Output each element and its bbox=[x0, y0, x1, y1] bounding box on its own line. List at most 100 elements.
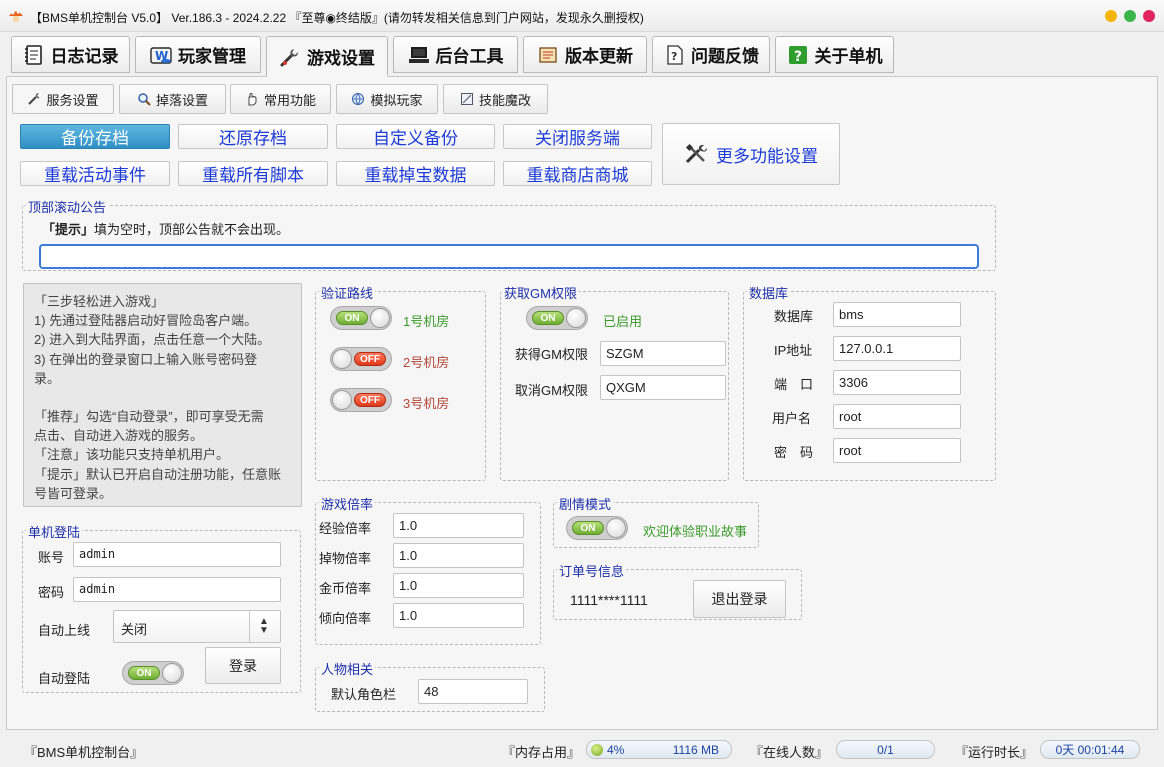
db-user-label: 用户名 bbox=[772, 411, 812, 426]
gm-cancel-label: 取消GM权限 bbox=[515, 383, 588, 398]
slots-input[interactable]: 48 bbox=[418, 679, 528, 704]
more-settings-button[interactable]: 更多功能设置 bbox=[662, 123, 840, 185]
hand-icon bbox=[248, 93, 257, 106]
more-settings-label: 更多功能设置 bbox=[716, 146, 818, 166]
auto-login-toggle[interactable]: ON bbox=[122, 661, 184, 685]
tab-game-settings[interactable]: 游戏设置 bbox=[266, 36, 388, 77]
login-group-label: 单机登陆 bbox=[26, 522, 83, 541]
toggle-knob bbox=[162, 663, 182, 683]
announcement-hint: 「提示」填为空时，顶部公告就不会出现。 bbox=[42, 219, 289, 238]
toggle-knob bbox=[370, 308, 390, 328]
exp-rate-label: 经验倍率 bbox=[319, 521, 372, 536]
route-2-toggle[interactable]: OFF bbox=[330, 347, 392, 371]
guide-line: 点击、自动进入游戏的服务。 bbox=[34, 428, 204, 444]
wrench-icon bbox=[280, 48, 298, 66]
guide-line: 「提示」默认已开启自动注册功能，任意账 bbox=[34, 466, 282, 482]
db-name-label: 数据库 bbox=[774, 309, 814, 324]
restore-save-button[interactable]: 还原存档 bbox=[178, 124, 328, 149]
login-button[interactable]: 登录 bbox=[205, 647, 281, 684]
computer-icon bbox=[408, 46, 429, 63]
slots-label: 默认角色栏 bbox=[331, 687, 397, 702]
svg-text:?: ? bbox=[794, 49, 802, 65]
db-ip-input[interactable]: 127.0.0.1 bbox=[833, 336, 961, 361]
logout-button[interactable]: 退出登录 bbox=[693, 580, 786, 618]
route-3-toggle[interactable]: OFF bbox=[330, 388, 392, 412]
trait-rate-input[interactable]: 1.0 bbox=[393, 603, 524, 628]
db-password-input[interactable]: root bbox=[833, 438, 961, 463]
auto-online-value: 关闭 bbox=[121, 622, 148, 637]
reload-drop-data-button[interactable]: 重载掉宝数据 bbox=[336, 161, 495, 186]
guide-spacer bbox=[34, 388, 297, 407]
gm-get-input[interactable]: SZGM bbox=[600, 341, 726, 366]
story-toggle[interactable]: ON bbox=[566, 516, 628, 540]
tab-feedback[interactable]: ? 问题反馈 bbox=[652, 36, 770, 73]
gm-cancel-input[interactable]: QXGM bbox=[600, 375, 726, 400]
guide-line: 「三步轻松进入游戏」 bbox=[34, 294, 165, 309]
tab-players[interactable]: W 玩家管理 bbox=[135, 36, 261, 73]
magnifier-icon bbox=[138, 93, 151, 106]
subtab-service-settings[interactable]: 服务设置 bbox=[12, 84, 114, 114]
tab-label: 日志记录 bbox=[50, 47, 119, 66]
reload-scripts-button[interactable]: 重载所有脚本 bbox=[178, 161, 328, 186]
status-uptime: 0天 00:01:44 bbox=[1055, 743, 1125, 757]
toggle-state: ON bbox=[572, 521, 604, 535]
announcement-input[interactable] bbox=[39, 244, 979, 269]
subtab-skill-mod[interactable]: 技能魔改 bbox=[443, 84, 548, 114]
db-port-input[interactable]: 3306 bbox=[833, 370, 961, 395]
exp-rate-input[interactable]: 1.0 bbox=[393, 513, 524, 538]
meso-rate-input[interactable]: 1.0 bbox=[393, 573, 524, 598]
subtab-simulate-players[interactable]: 模拟玩家 bbox=[336, 84, 438, 114]
tab-label: 游戏设置 bbox=[307, 49, 375, 68]
subtab-drop-settings[interactable]: 掉落设置 bbox=[119, 84, 226, 114]
svg-text:?: ? bbox=[671, 50, 677, 63]
tab-label: 问题反馈 bbox=[691, 47, 759, 66]
maximize-button[interactable] bbox=[1124, 10, 1136, 22]
toggle-knob bbox=[566, 308, 586, 328]
backup-save-button[interactable]: 备份存档 bbox=[20, 124, 170, 149]
route-1-toggle[interactable]: ON bbox=[330, 306, 392, 330]
auto-login-label: 自动登陆 bbox=[38, 671, 91, 686]
db-user-input[interactable]: root bbox=[833, 404, 961, 429]
custom-backup-button[interactable]: 自定义备份 bbox=[336, 124, 495, 149]
account-input[interactable]: admin bbox=[73, 542, 281, 567]
subtab-label: 服务设置 bbox=[46, 92, 99, 108]
db-name-input[interactable]: bms bbox=[833, 302, 961, 327]
subtab-label: 模拟玩家 bbox=[370, 92, 423, 108]
toggle-knob bbox=[332, 390, 352, 410]
minimize-button[interactable] bbox=[1105, 10, 1117, 22]
reload-events-button[interactable]: 重载活动事件 bbox=[20, 161, 170, 186]
toggle-state: OFF bbox=[354, 352, 386, 366]
auto-online-select[interactable]: 关闭 ▲ ▼ bbox=[113, 610, 281, 643]
tab-log[interactable]: 日志记录 bbox=[11, 36, 130, 73]
status-online-box: 0/1 bbox=[836, 740, 935, 759]
title-bar[interactable]: 【BMS单机控制台 V5.0】 Ver.186.3 - 2024.2.22 『至… bbox=[0, 0, 1164, 32]
guide-line: 录。 bbox=[34, 370, 61, 386]
status-uptime-box: 0天 00:01:44 bbox=[1040, 740, 1140, 759]
app-mushroom-icon bbox=[9, 11, 23, 22]
guide-line: 3) 在弹出的登录窗口上输入账号密码登 bbox=[34, 351, 258, 367]
password-input[interactable]: admin bbox=[73, 577, 281, 602]
toggle-state: OFF bbox=[354, 393, 386, 407]
gm-get-label: 获得GM权限 bbox=[515, 347, 588, 362]
toggle-knob bbox=[332, 349, 352, 369]
toggle-state: ON bbox=[336, 311, 368, 325]
drop-rate-label: 掉物倍率 bbox=[319, 551, 372, 566]
window-title: 【BMS单机控制台 V5.0】 Ver.186.3 - 2024.2.22 『至… bbox=[30, 11, 644, 25]
gm-toggle[interactable]: ON bbox=[526, 306, 588, 330]
tab-updates[interactable]: 版本更新 bbox=[523, 36, 647, 73]
reload-shop-button[interactable]: 重载商店商城 bbox=[503, 161, 652, 186]
subtab-common-functions[interactable]: 常用功能 bbox=[230, 84, 331, 114]
status-online-label: 『在线人数』 bbox=[750, 745, 829, 760]
skill-icon bbox=[460, 93, 473, 105]
drop-rate-input[interactable]: 1.0 bbox=[393, 543, 524, 568]
tab-admin-tools[interactable]: 后台工具 bbox=[393, 36, 518, 73]
status-mem-box: 4% 1116 MB bbox=[586, 740, 732, 759]
close-button[interactable] bbox=[1143, 10, 1155, 22]
mem-indicator-icon bbox=[591, 743, 603, 756]
close-server-button[interactable]: 关闭服务端 bbox=[503, 124, 652, 149]
db-port-label: 端 口 bbox=[774, 377, 814, 392]
tab-about[interactable]: ? 关于单机 bbox=[775, 36, 894, 73]
gm-group-label: 获取GM权限 bbox=[502, 283, 579, 302]
tab-label: 后台工具 bbox=[435, 47, 504, 66]
order-number: 1111****1111 bbox=[570, 592, 648, 608]
